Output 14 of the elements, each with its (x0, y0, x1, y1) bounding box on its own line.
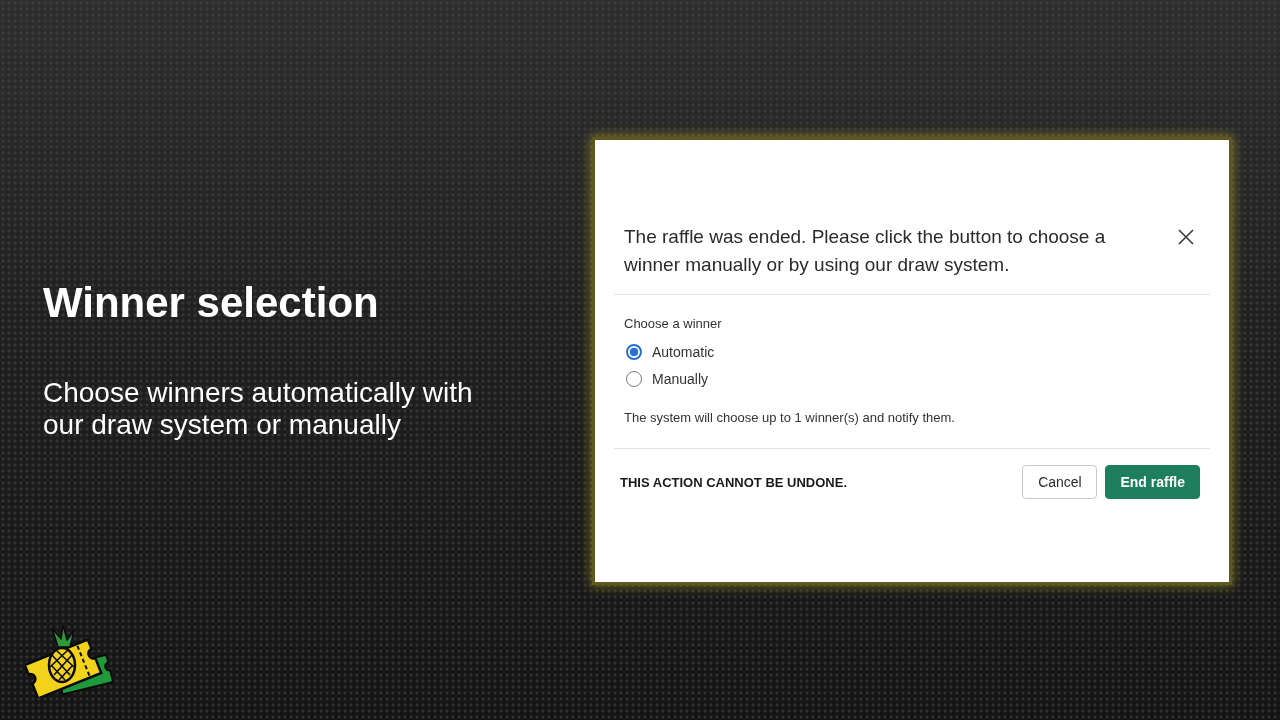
end-raffle-button[interactable]: End raffle (1105, 465, 1200, 499)
radio-button[interactable] (626, 370, 642, 387)
slide-subtitle: Choose winners automatically with our draw system or manually (43, 377, 474, 441)
dialog-message: The raffle was ended. Please click the button to choose a winner manually or by using our draw system. (624, 225, 1107, 277)
cancel-button[interactable]: Cancel (1022, 465, 1098, 499)
radio-label: Automatic (652, 342, 715, 361)
group-label: Choose a winner (624, 316, 723, 332)
pineapple-ticket-icon (25, 625, 113, 697)
close-icon[interactable] (1178, 229, 1194, 245)
radio-label: Manually (652, 369, 709, 388)
info-text: The system will choose up to 1 winner(s) and notify them. (624, 410, 956, 426)
warning-text: THIS ACTION CANNOT BE UNDONE. (620, 474, 848, 490)
radio-button[interactable] (626, 343, 642, 360)
slide-title: Winner selection (43, 279, 379, 327)
